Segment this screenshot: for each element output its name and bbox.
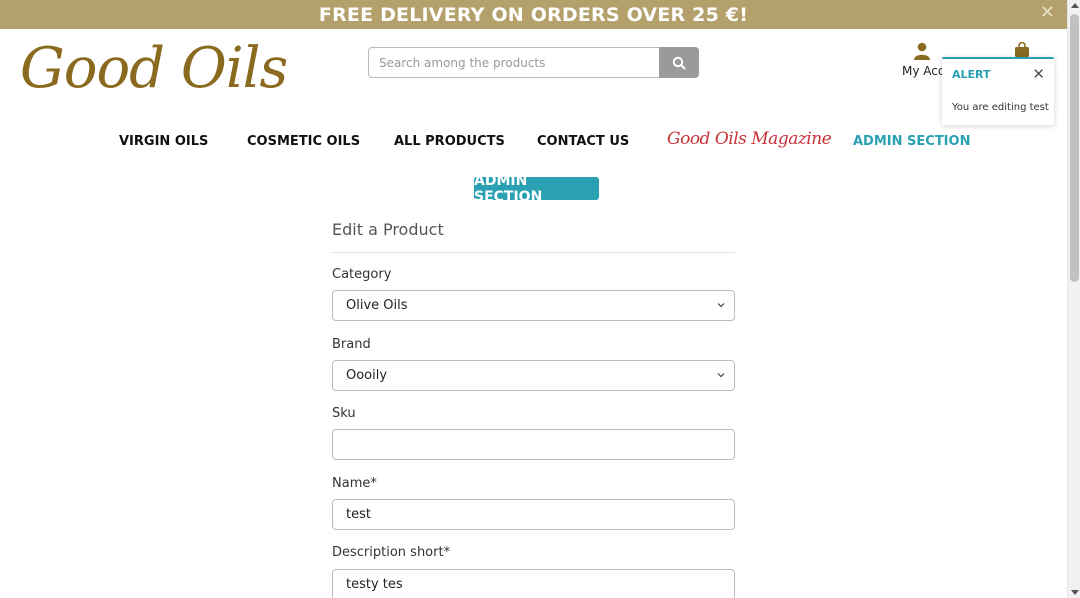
category-value: Olive Oils bbox=[346, 298, 408, 313]
nav-item-cosmetic-oils[interactable]: COSMETIC OILS bbox=[247, 134, 360, 149]
divider bbox=[332, 252, 735, 253]
my-account-link[interactable]: My Acc bbox=[902, 42, 942, 78]
name-input[interactable]: test bbox=[332, 499, 735, 530]
search-bar bbox=[368, 47, 699, 78]
alert-toast: ALERT ✕ You are editing test bbox=[942, 57, 1054, 125]
scroll-up-arrow-icon[interactable] bbox=[1071, 3, 1079, 8]
nav-item-admin-section[interactable]: ADMIN SECTION bbox=[853, 134, 970, 149]
brand-label: Brand bbox=[332, 337, 371, 352]
site-logo[interactable]: Good Oils bbox=[20, 36, 288, 101]
search-icon bbox=[672, 56, 686, 69]
brand-select[interactable]: Oooily bbox=[332, 360, 735, 391]
alert-message: You are editing test bbox=[952, 102, 1049, 113]
nav-item-contact-us[interactable]: CONTACT US bbox=[537, 134, 629, 149]
form-title: Edit a Product bbox=[332, 220, 444, 239]
search-input[interactable] bbox=[368, 47, 659, 78]
scrollbar-thumb[interactable] bbox=[1070, 14, 1079, 282]
scroll-down-arrow-icon[interactable] bbox=[1071, 590, 1079, 595]
main-nav: VIRGIN OILS COSMETIC OILS ALL PRODUCTS C… bbox=[0, 129, 1067, 152]
nav-item-all-products[interactable]: ALL PRODUCTS bbox=[394, 134, 505, 149]
chevron-down-icon bbox=[717, 373, 725, 378]
chevron-down-icon bbox=[717, 303, 725, 308]
close-icon[interactable]: ✕ bbox=[1032, 65, 1045, 83]
sku-label: Sku bbox=[332, 406, 356, 421]
alert-title: ALERT bbox=[952, 68, 991, 81]
description-short-input[interactable]: testy tes bbox=[332, 569, 735, 598]
close-icon[interactable]: ✕ bbox=[1040, 2, 1055, 23]
edit-product-form: Edit a Product Category Olive Oils Brand… bbox=[332, 216, 735, 598]
nav-item-virgin-oils[interactable]: VIRGIN OILS bbox=[119, 134, 208, 149]
account-label: My Acc bbox=[902, 64, 942, 78]
brand-value: Oooily bbox=[346, 368, 388, 383]
nav-item-magazine[interactable]: Good Oils Magazine bbox=[667, 129, 832, 149]
category-select[interactable]: Olive Oils bbox=[332, 290, 735, 321]
shopping-bag-icon bbox=[1015, 41, 1029, 57]
name-label: Name* bbox=[332, 476, 377, 491]
delivery-banner: FREE DELIVERY ON ORDERS OVER 25 €! ✕ bbox=[0, 0, 1067, 29]
banner-text: FREE DELIVERY ON ORDERS OVER 25 €! bbox=[318, 3, 749, 26]
user-icon bbox=[914, 42, 930, 60]
sku-input[interactable] bbox=[332, 429, 735, 460]
search-button[interactable] bbox=[659, 47, 699, 78]
category-label: Category bbox=[332, 267, 392, 282]
page-scrollbar[interactable] bbox=[1067, 0, 1080, 598]
admin-section-badge: ADMIN SECTION bbox=[474, 173, 599, 205]
description-short-label: Description short* bbox=[332, 545, 451, 560]
